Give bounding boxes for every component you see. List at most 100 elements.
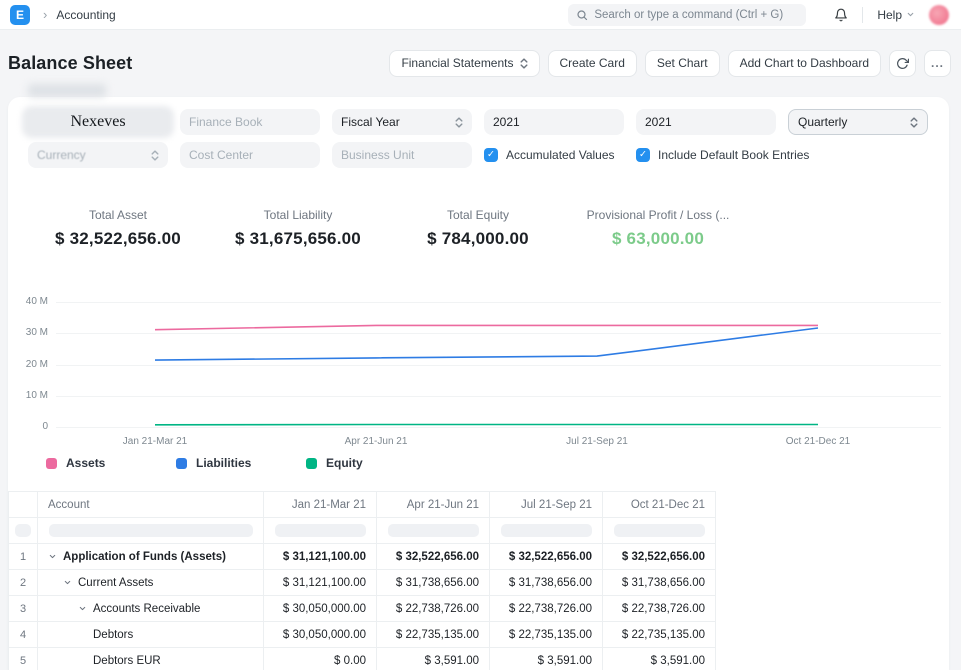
end-year-filter[interactable]: 2021 bbox=[636, 109, 776, 135]
search-icon bbox=[576, 9, 588, 21]
checkbox-checked-icon: ✓ bbox=[484, 148, 498, 162]
summary-value: $ 32,522,656.00 bbox=[28, 229, 208, 249]
legend-swatch-icon bbox=[46, 458, 57, 469]
table-row: 4Debtors$ 30,050,000.00$ 22,735,135.00$ … bbox=[9, 622, 716, 648]
account-name[interactable]: Debtors bbox=[93, 629, 133, 641]
column-header[interactable]: Apr 21-Jun 21 bbox=[377, 492, 490, 518]
currency-select[interactable]: Currency bbox=[28, 142, 168, 168]
global-search-input[interactable]: Search or type a command (Ctrl + G) bbox=[568, 4, 806, 26]
column-filter-input[interactable] bbox=[614, 524, 705, 537]
account-name[interactable]: Debtors EUR bbox=[93, 655, 161, 667]
column-filter-input[interactable] bbox=[501, 524, 592, 537]
amount-cell: $ 0.00 bbox=[264, 648, 377, 670]
report-card: Nexeves Finance Book Fiscal Year 2021 20… bbox=[8, 97, 949, 670]
column-filter-input[interactable] bbox=[388, 524, 479, 537]
amount-cell: $ 3,591.00 bbox=[377, 648, 490, 670]
tree-collapse-icon[interactable] bbox=[48, 552, 57, 561]
amount-cell: $ 22,735,135.00 bbox=[490, 622, 603, 648]
x-axis-tick-label: Oct 21-Dec 21 bbox=[786, 436, 850, 447]
amount-cell: $ 30,050,000.00 bbox=[264, 622, 377, 648]
balance-sheet-chart: 010 M20 M30 M40 MJan 21-Mar 21Apr 21-Jun… bbox=[8, 299, 949, 449]
summary-label: Total Asset bbox=[28, 208, 208, 222]
summary-card: Total Liability$ 31,675,656.00 bbox=[208, 208, 388, 249]
app-logo-icon[interactable]: E bbox=[10, 5, 30, 25]
chevron-down-icon bbox=[906, 10, 915, 19]
select-stepper-icon bbox=[910, 116, 918, 129]
business-unit-placeholder: Business Unit bbox=[341, 148, 463, 162]
row-number: 2 bbox=[9, 570, 38, 596]
notifications-bell-icon[interactable] bbox=[834, 8, 848, 22]
business-unit-filter[interactable]: Business Unit bbox=[332, 142, 472, 168]
start-year-value: 2021 bbox=[493, 115, 615, 129]
column-header[interactable]: Jul 21-Sep 21 bbox=[490, 492, 603, 518]
finance-book-placeholder: Finance Book bbox=[189, 115, 311, 129]
table-header-row: AccountJan 21-Mar 21Apr 21-Jun 21Jul 21-… bbox=[9, 492, 716, 518]
user-avatar[interactable] bbox=[929, 5, 949, 25]
select-stepper-icon bbox=[455, 116, 463, 129]
finance-book-filter[interactable]: Finance Book bbox=[180, 109, 320, 135]
cost-center-placeholder: Cost Center bbox=[189, 148, 311, 162]
select-stepper-icon bbox=[151, 149, 159, 162]
refresh-icon bbox=[896, 57, 909, 70]
breadcrumb[interactable]: Accounting bbox=[56, 8, 115, 22]
summary-label: Total Liability bbox=[208, 208, 388, 222]
redaction-smudge bbox=[28, 84, 106, 97]
include-default-book-entries-checkbox[interactable]: ✓ Include Default Book Entries bbox=[636, 142, 776, 168]
row-number: 5 bbox=[9, 648, 38, 670]
table-row: 2Current Assets$ 31,121,100.00$ 31,738,6… bbox=[9, 570, 716, 596]
summary-card: Total Equity$ 784,000.00 bbox=[388, 208, 568, 249]
checkbox-label: Accumulated Values bbox=[506, 148, 615, 162]
row-number: 3 bbox=[9, 596, 38, 622]
search-placeholder: Search or type a command (Ctrl + G) bbox=[594, 9, 783, 21]
table-row: 3Accounts Receivable$ 30,050,000.00$ 22,… bbox=[9, 596, 716, 622]
legend-item-equity[interactable]: Equity bbox=[306, 456, 363, 470]
ellipsis-icon: ... bbox=[931, 56, 944, 70]
amount-cell: $ 22,735,135.00 bbox=[377, 622, 490, 648]
create-card-button[interactable]: Create Card bbox=[548, 50, 637, 77]
amount-cell: $ 32,522,656.00 bbox=[603, 544, 716, 570]
row-number: 4 bbox=[9, 622, 38, 648]
amount-cell: $ 32,522,656.00 bbox=[490, 544, 603, 570]
amount-cell: $ 30,050,000.00 bbox=[264, 596, 377, 622]
report-table: AccountJan 21-Mar 21Apr 21-Jun 21Jul 21-… bbox=[8, 491, 716, 670]
column-filter-input[interactable] bbox=[15, 524, 31, 537]
accumulated-values-checkbox[interactable]: ✓ Accumulated Values bbox=[484, 142, 624, 168]
set-chart-button[interactable]: Set Chart bbox=[645, 50, 720, 77]
table-row: 5Debtors EUR$ 0.00$ 3,591.00$ 3,591.00$ … bbox=[9, 648, 716, 670]
help-label: Help bbox=[877, 8, 902, 22]
account-name[interactable]: Application of Funds (Assets) bbox=[63, 551, 226, 563]
amount-cell: $ 31,738,656.00 bbox=[377, 570, 490, 596]
tree-collapse-icon[interactable] bbox=[78, 604, 87, 613]
tree-collapse-icon[interactable] bbox=[63, 578, 72, 587]
column-header[interactable]: Account bbox=[38, 492, 264, 518]
summary-value: $ 784,000.00 bbox=[388, 229, 568, 249]
report-type-select[interactable]: Financial Statements bbox=[389, 50, 539, 77]
legend-item-assets[interactable]: Assets bbox=[46, 456, 176, 470]
periodicity-select[interactable]: Quarterly bbox=[788, 109, 928, 135]
cost-center-filter[interactable]: Cost Center bbox=[180, 142, 320, 168]
amount-cell: $ 31,121,100.00 bbox=[264, 544, 377, 570]
period-basis-select[interactable]: Fiscal Year bbox=[332, 109, 472, 135]
account-name[interactable]: Current Assets bbox=[78, 577, 153, 589]
column-filter-input[interactable] bbox=[275, 524, 366, 537]
filter-section: Nexeves Finance Book Fiscal Year 2021 20… bbox=[8, 97, 949, 168]
company-filter[interactable]: Nexeves bbox=[28, 109, 168, 135]
refresh-button[interactable] bbox=[889, 50, 916, 77]
menu-ellipsis-button[interactable]: ... bbox=[924, 50, 951, 77]
column-header[interactable]: Jan 21-Mar 21 bbox=[264, 492, 377, 518]
navbar-divider bbox=[862, 7, 863, 23]
legend-label: Assets bbox=[66, 456, 105, 470]
amount-cell: $ 3,591.00 bbox=[603, 648, 716, 670]
legend-label: Liabilities bbox=[196, 456, 251, 470]
legend-item-liabilities[interactable]: Liabilities bbox=[176, 456, 306, 470]
start-year-filter[interactable]: 2021 bbox=[484, 109, 624, 135]
account-name[interactable]: Accounts Receivable bbox=[93, 603, 200, 615]
breadcrumb-chevron-icon: › bbox=[43, 7, 47, 22]
period-basis-value: Fiscal Year bbox=[341, 115, 455, 129]
x-axis-tick-label: Apr 21-Jun 21 bbox=[345, 436, 408, 447]
column-header[interactable]: Oct 21-Dec 21 bbox=[603, 492, 716, 518]
add-chart-to-dashboard-button[interactable]: Add Chart to Dashboard bbox=[728, 50, 881, 77]
table-row: 1Application of Funds (Assets)$ 31,121,1… bbox=[9, 544, 716, 570]
help-menu[interactable]: Help bbox=[877, 8, 915, 22]
column-filter-input[interactable] bbox=[49, 524, 253, 537]
